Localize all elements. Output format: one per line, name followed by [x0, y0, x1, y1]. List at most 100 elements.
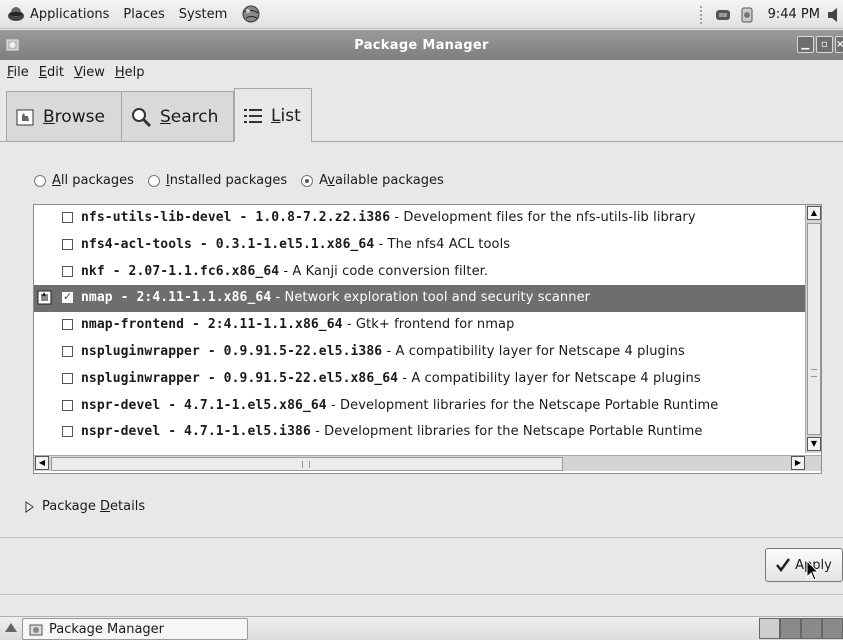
- workspace-4[interactable]: [822, 618, 843, 639]
- network-icon[interactable]: [714, 6, 732, 24]
- package-description: - Gtk+ frontend for nmap: [342, 317, 515, 333]
- maximize-button[interactable]: ▫: [816, 36, 833, 53]
- package-description: - Development libraries for the Netscape…: [310, 424, 703, 440]
- tabs-baseline: [0, 141, 843, 142]
- radio-circle[interactable]: [301, 174, 314, 187]
- scroll-up-button[interactable]: ▲: [807, 206, 821, 220]
- package-row[interactable]: nspluginwrapper - 0.9.91.5-22.el5.i386 -…: [34, 339, 805, 366]
- menu-view[interactable]: View: [69, 65, 110, 80]
- package-row[interactable]: nspr-devel - 4.7.1-1.el5.i386 - Developm…: [34, 419, 805, 446]
- close-button[interactable]: ×: [835, 36, 843, 53]
- filter-radio-2[interactable]: Available packages: [301, 173, 444, 188]
- package-name: nspr-devel - 4.7.1-1.el5.x86_64: [81, 397, 327, 413]
- package-details-label: Package Details: [42, 499, 146, 514]
- radio-circle[interactable]: [147, 174, 160, 187]
- package-checkbox[interactable]: [62, 426, 73, 438]
- clock[interactable]: 9:44 PM: [768, 7, 820, 22]
- package-name: nfs-utils-lib-devel - 1.0.8-7.2.z2.i386: [81, 210, 391, 225]
- window-titlebar[interactable]: Package Manager ▁ ▫ ×: [0, 30, 843, 60]
- minimize-button[interactable]: ▁: [797, 36, 814, 53]
- web-browser-launcher[interactable]: [234, 0, 268, 28]
- package-row[interactable]: nfs4-acl-tools - 0.3.1-1.el5.1.x86_64 - …: [34, 232, 805, 259]
- bottom-panel: Package Manager: [0, 616, 843, 640]
- workspace-3[interactable]: [801, 618, 822, 639]
- package-row[interactable]: nspr-devel - 4.7.1-1.el5.x86_64 - Develo…: [34, 393, 805, 420]
- package-row[interactable]: nkf - 2.07-1.1.fc6.x86_64 - A Kanji code…: [34, 259, 805, 286]
- volume-icon[interactable]: [826, 6, 840, 24]
- package-manager-icon: [6, 39, 19, 51]
- package-checkbox[interactable]: [62, 372, 73, 384]
- workspace-switcher[interactable]: [759, 618, 843, 639]
- vertical-scroll-thumb[interactable]: [807, 223, 821, 435]
- package-list: nfs-utils-lib-devel - 1.0.8-7.2.z2.i386 …: [33, 204, 822, 474]
- package-text: nspluginwrapper - 0.9.91.5-22.el5.x86_64…: [81, 371, 701, 386]
- package-text: nmap - 2:4.11-1.1.x86_64 - Network explo…: [81, 290, 590, 305]
- apply-button[interactable]: Apply: [765, 548, 843, 582]
- package-row[interactable]: nfs-utils-lib-devel - 1.0.8-7.2.z2.i386 …: [34, 205, 805, 232]
- package-name: nkf - 2.07-1.1.fc6.x86_64: [81, 263, 280, 279]
- package-text: nspr-devel - 4.7.1-1.el5.x86_64 - Develo…: [81, 398, 718, 413]
- expander-arrow-icon: [25, 500, 34, 513]
- package-manager-icon: [29, 624, 43, 636]
- tab-search[interactable]: Search: [121, 91, 234, 141]
- package-row[interactable]: nspluginwrapper - 0.9.91.5-22.el5.x86_64…: [34, 366, 805, 393]
- package-checkbox[interactable]: [62, 399, 73, 411]
- package-checkbox[interactable]: [62, 290, 73, 304]
- package-description: - A compatibility layer for Netscape 4 p…: [398, 370, 701, 386]
- horizontal-scroll-thumb[interactable]: [51, 457, 563, 471]
- tab-browse[interactable]: Browse: [6, 91, 122, 141]
- package-checkbox[interactable]: [62, 319, 73, 331]
- update-notifier-icon[interactable]: [738, 6, 756, 24]
- tab-search-label: Search: [160, 106, 219, 127]
- package-name: nmap-frontend - 2:4.11-1.1.x86_64: [81, 317, 343, 333]
- package-row-partial[interactable]: [34, 446, 805, 453]
- scroll-left-button[interactable]: ◀: [35, 456, 49, 470]
- package-row[interactable]: nmap - 2:4.11-1.1.x86_64 - Network explo…: [34, 285, 805, 313]
- package-checkbox[interactable]: [62, 212, 73, 223]
- places-menu[interactable]: Places: [116, 0, 171, 28]
- filter-radio-1[interactable]: Installed packages: [147, 173, 287, 188]
- package-text: nspluginwrapper - 0.9.91.5-22.el5.i386 -…: [81, 344, 685, 359]
- package-details-expander[interactable]: Package Details: [25, 499, 145, 514]
- panel-separator: [699, 5, 704, 24]
- applications-label: Applications: [30, 6, 110, 22]
- workspace-2[interactable]: [780, 618, 801, 639]
- places-label: Places: [123, 6, 165, 22]
- list-icon: [244, 108, 262, 123]
- taskbar-item-package-manager[interactable]: Package Manager: [22, 618, 248, 640]
- package-name: nfs4-acl-tools - 0.3.1-1.el5.1.x86_64: [81, 236, 375, 252]
- package-text: nfs-utils-lib-devel - 1.0.8-7.2.z2.i386 …: [81, 210, 696, 225]
- tab-browse-label: Browse: [43, 106, 105, 127]
- package-name: nspluginwrapper - 0.9.91.5-22.el5.i386: [81, 344, 383, 359]
- package-text: nmap-frontend - 2:4.11-1.1.x86_64 - Gtk+…: [81, 317, 514, 332]
- vertical-scrollbar[interactable]: ▲ ▼: [805, 205, 821, 453]
- package-description: - Development libraries for the Netscape…: [326, 397, 719, 413]
- menu-file[interactable]: File: [2, 65, 34, 80]
- package-checkbox[interactable]: [62, 346, 73, 357]
- menu-edit[interactable]: Edit: [34, 65, 69, 80]
- package-install-icon: [37, 290, 52, 305]
- show-desktop-icon[interactable]: [3, 620, 19, 636]
- mouse-cursor-icon: [806, 560, 820, 581]
- package-checkbox[interactable]: [62, 265, 73, 277]
- package-description: - Development files for the nfs-utils-li…: [390, 210, 696, 225]
- tab-list[interactable]: List: [234, 88, 312, 142]
- system-label: System: [178, 6, 228, 22]
- package-text: nspr-devel - 4.7.1-1.el5.i386 - Developm…: [81, 424, 703, 439]
- workspace-1[interactable]: [759, 618, 780, 639]
- redhat-logo-icon: [8, 7, 24, 21]
- package-row[interactable]: nmap-frontend - 2:4.11-1.1.x86_64 - Gtk+…: [34, 312, 805, 339]
- filter-radio-0[interactable]: All packages: [34, 173, 134, 188]
- separator: [0, 594, 843, 595]
- package-rows: nfs-utils-lib-devel - 1.0.8-7.2.z2.i386 …: [34, 205, 805, 453]
- horizontal-scrollbar[interactable]: ◀ ▶: [34, 455, 821, 471]
- radio-circle[interactable]: [34, 174, 46, 187]
- scroll-right-button[interactable]: ▶: [791, 456, 805, 470]
- filter-label: All packages: [52, 173, 134, 188]
- scroll-down-button[interactable]: ▼: [807, 437, 821, 451]
- package-description: - The nfs4 ACL tools: [374, 236, 511, 252]
- system-menu[interactable]: System: [172, 0, 234, 28]
- package-checkbox[interactable]: [62, 238, 73, 250]
- menu-help[interactable]: Help: [110, 65, 150, 80]
- applications-menu[interactable]: Applications: [0, 0, 116, 28]
